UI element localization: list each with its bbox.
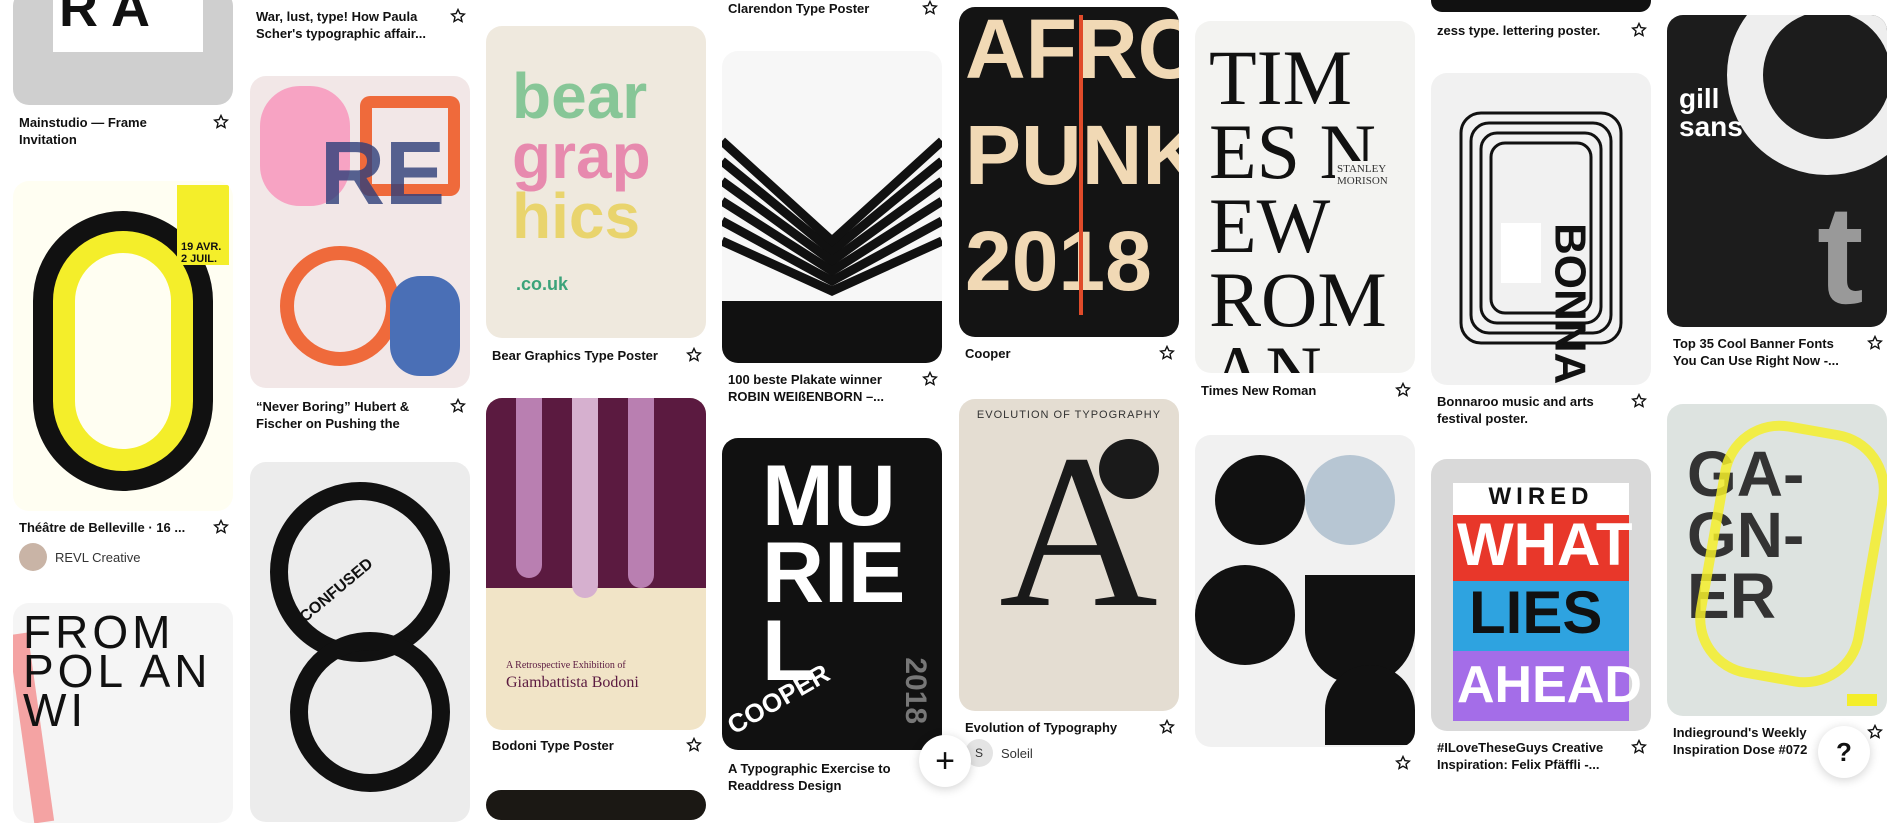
save-icon[interactable] bbox=[450, 8, 466, 24]
author-name: Soleil bbox=[1001, 745, 1033, 761]
poster-word: gill sans bbox=[1679, 83, 1743, 142]
pin-image[interactable] bbox=[1431, 0, 1651, 12]
pin-title[interactable]: Times New Roman bbox=[1201, 382, 1381, 399]
help-button[interactable]: ? bbox=[1818, 726, 1870, 778]
create-button[interactable]: + bbox=[919, 735, 971, 787]
poster-name: Giambattista Bodoni bbox=[506, 674, 639, 691]
poster-line-1: bear bbox=[512, 60, 648, 132]
save-icon[interactable] bbox=[686, 737, 702, 753]
save-icon[interactable] bbox=[1395, 382, 1411, 398]
save-icon[interactable] bbox=[922, 371, 938, 387]
poster-dates: 19 AVR. 2 JUIL. bbox=[181, 241, 222, 265]
pin-title[interactable]: Théâtre de Belleville · 16 ... bbox=[19, 519, 199, 536]
poster-url: .co.uk bbox=[516, 274, 569, 294]
pin-title[interactable]: zess type. lettering poster. bbox=[1437, 22, 1617, 39]
pin-author[interactable]: S Soleil bbox=[965, 739, 1033, 767]
pin-image[interactable]: CONFUSED bbox=[250, 462, 470, 822]
save-icon[interactable] bbox=[1159, 719, 1175, 735]
pin-title[interactable]: Bear Graphics Type Poster bbox=[492, 347, 672, 364]
pin-image[interactable]: gill sans t bbox=[1667, 15, 1887, 327]
save-icon[interactable] bbox=[450, 398, 466, 414]
save-icon[interactable] bbox=[1631, 739, 1647, 755]
poster-line-2: LIES bbox=[1469, 579, 1603, 646]
poster-line-3: 2018 bbox=[965, 214, 1152, 308]
pin-title[interactable]: Bonnaroo music and arts festival poster. bbox=[1437, 393, 1617, 427]
save-icon[interactable] bbox=[686, 347, 702, 363]
author-name: REVL Creative bbox=[55, 549, 141, 565]
save-icon[interactable] bbox=[1631, 393, 1647, 409]
pin-image[interactable]: 19 AVR. 2 JUIL. bbox=[13, 181, 233, 511]
pin-title[interactable]: A Typographic Exercise to Readdress Desi… bbox=[728, 760, 908, 794]
poster-graphic bbox=[1459, 111, 1623, 345]
poster-line-3: hics bbox=[512, 180, 641, 252]
pin-image[interactable]: MURIEL COOPER 2018 bbox=[722, 438, 942, 750]
pin-image[interactable]: RE bbox=[250, 76, 470, 388]
avatar bbox=[19, 543, 47, 571]
pin-title[interactable]: Mainstudio — Frame Invitation bbox=[19, 114, 199, 148]
poster-word: BONNAROO bbox=[1545, 223, 1595, 385]
pin-image[interactable]: bear grap hics .co.uk bbox=[486, 26, 706, 338]
pin-image[interactable] bbox=[1195, 435, 1415, 747]
pin-image[interactable] bbox=[486, 790, 706, 820]
pin-image[interactable] bbox=[722, 51, 942, 363]
pin-title[interactable]: Cooper bbox=[965, 345, 1145, 362]
pin-title[interactable]: Clarendon Type Poster bbox=[728, 0, 908, 17]
save-icon[interactable] bbox=[1631, 22, 1647, 38]
poster-line-1: WHAT bbox=[1457, 511, 1633, 578]
poster-name: STANLEY MORISON bbox=[1335, 161, 1415, 189]
pin-image[interactable]: AFRO PUNK 2018 bbox=[959, 7, 1179, 337]
poster-line-2: PUNK bbox=[965, 108, 1179, 202]
poster-caption: A Retrospective Exhibition of bbox=[506, 660, 626, 671]
pin-author[interactable]: REVL Creative bbox=[19, 543, 141, 571]
poster-line-1: AFRO bbox=[965, 7, 1179, 96]
save-icon[interactable] bbox=[1159, 345, 1175, 361]
pin-image[interactable]: EVOLUTION OF TYPOGRAPHY A bbox=[959, 399, 1179, 711]
poster-line-2: grap bbox=[512, 120, 651, 192]
poster-word: MURIEL bbox=[762, 448, 906, 699]
pin-title[interactable]: Evolution of Typography bbox=[965, 719, 1145, 736]
pin-image[interactable]: TIMES NEW ROMAN STANLEY MORISON bbox=[1195, 21, 1415, 373]
pin-title[interactable]: War, lust, type! How Paula Scher's typog… bbox=[256, 8, 436, 42]
pin-title[interactable]: Top 35 Cool Banner Fonts You Can Use Rig… bbox=[1673, 335, 1853, 369]
pin-title[interactable]: #ILoveTheseGuys Creative Inspiration: Fe… bbox=[1437, 739, 1617, 773]
poster-text: FROM POL AN WI bbox=[23, 606, 212, 737]
poster-graphic bbox=[722, 137, 942, 363]
poster-line-3: AHEAD bbox=[1457, 656, 1642, 714]
pin-title[interactable]: “Never Boring” Hubert & Fischer on Pushi… bbox=[256, 398, 436, 432]
save-icon[interactable] bbox=[1867, 335, 1883, 351]
poster-brand: WIRED bbox=[1488, 483, 1594, 510]
save-icon[interactable] bbox=[1395, 755, 1411, 771]
save-icon[interactable] bbox=[1867, 724, 1883, 740]
pin-image[interactable]: A Retrospective Exhibition of Giambattis… bbox=[486, 398, 706, 730]
pin-image[interactable]: WIRED WHAT LIES AHEAD bbox=[1431, 459, 1651, 731]
save-icon[interactable] bbox=[213, 114, 229, 130]
pin-title[interactable]: 100 beste Plakate winner ROBIN WEIßENBOR… bbox=[728, 371, 908, 405]
pin-image[interactable]: BONNAROO bbox=[1431, 73, 1651, 385]
poster-year: 2018 bbox=[899, 657, 933, 725]
pin-image[interactable]: GA-GN-ER bbox=[1667, 404, 1887, 716]
pin-title[interactable]: Bodoni Type Poster bbox=[492, 737, 672, 754]
pin-image[interactable]: FROM POL AN WI bbox=[13, 603, 233, 823]
help-icon: ? bbox=[1836, 736, 1852, 767]
save-icon[interactable] bbox=[213, 519, 229, 535]
poster-letters: TIMES NEW ROMAN bbox=[1209, 34, 1387, 373]
plus-icon: + bbox=[935, 742, 955, 780]
pin-image[interactable]: R A bbox=[13, 0, 233, 105]
save-icon[interactable] bbox=[922, 0, 938, 16]
